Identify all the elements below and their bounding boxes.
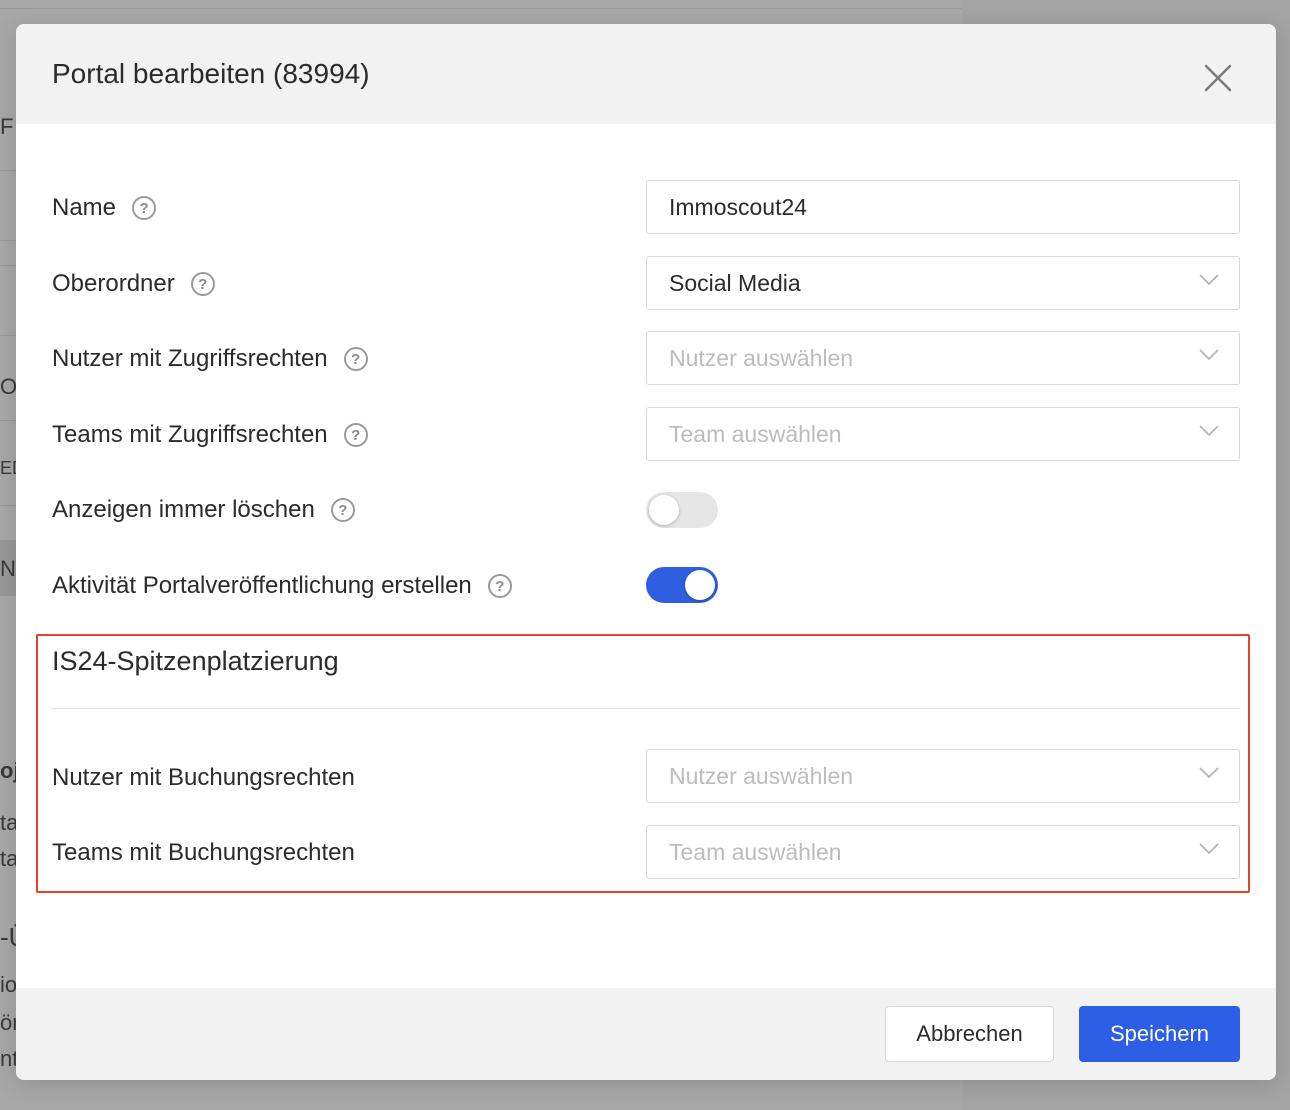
teams-booking-placeholder: Team auswählen xyxy=(669,838,842,865)
help-icon[interactable]: ? xyxy=(132,196,157,220)
chevron-down-icon xyxy=(1199,843,1219,855)
teams-booking-label: Teams mit Buchungsrechten xyxy=(52,839,355,866)
create-activity-label-row: Aktivität Portalveröffentlichung erstell… xyxy=(52,572,512,600)
teams-access-select[interactable]: Team auswählen xyxy=(646,407,1240,461)
bg-fragment: oj xyxy=(0,758,16,783)
name-label: Name xyxy=(52,194,117,221)
chevron-down-icon xyxy=(1199,349,1219,361)
name-label-row: Name ? xyxy=(52,194,157,222)
parent-value: Social Media xyxy=(669,269,801,296)
parent-select[interactable]: Social Media xyxy=(646,256,1240,310)
parent-label: Oberordner xyxy=(52,270,175,297)
always-delete-label: Anzeigen immer löschen xyxy=(52,496,315,523)
always-delete-toggle[interactable] xyxy=(646,492,718,528)
help-icon[interactable]: ? xyxy=(343,423,368,447)
close-button[interactable] xyxy=(1200,60,1236,96)
bg-fragment: ta xyxy=(0,810,16,835)
bg-fragment: F xyxy=(0,114,14,139)
parent-label-row: Oberordner ? xyxy=(52,270,215,298)
teams-booking-label-row: Teams mit Buchungsrechten xyxy=(52,839,355,867)
chevron-down-icon xyxy=(1199,767,1219,779)
section-divider xyxy=(52,708,1240,709)
toggle-knob xyxy=(685,570,715,600)
teams-access-label-row: Teams mit Zugriffsrechten ? xyxy=(52,421,368,449)
chevron-down-icon xyxy=(1199,274,1219,286)
bg-fragment: ED xyxy=(0,458,16,478)
save-button[interactable]: Speichern xyxy=(1079,1006,1240,1062)
teams-access-label: Teams mit Zugriffsrechten xyxy=(52,421,328,448)
help-icon[interactable]: ? xyxy=(343,347,368,371)
name-input[interactable]: Immoscout24 xyxy=(646,180,1240,234)
modal-header: Portal bearbeiten (83994) xyxy=(16,24,1276,124)
help-icon[interactable]: ? xyxy=(190,272,215,296)
create-activity-label: Aktivität Portalveröffentlichung erstell… xyxy=(52,572,472,599)
modal-footer: Abbrechen Speichern xyxy=(16,988,1276,1080)
users-booking-select[interactable]: Nutzer auswählen xyxy=(646,749,1240,803)
chevron-down-icon xyxy=(1199,425,1219,437)
bg-fragment: ör xyxy=(0,1010,16,1035)
bg-fragment: -Ü xyxy=(0,922,16,952)
users-access-select[interactable]: Nutzer auswählen xyxy=(646,331,1240,385)
users-booking-label-row: Nutzer mit Buchungsrechten xyxy=(52,764,355,792)
users-booking-placeholder: Nutzer auswählen xyxy=(669,762,854,789)
bg-fragment: Ne xyxy=(0,556,16,581)
users-access-label-row: Nutzer mit Zugriffsrechten ? xyxy=(52,345,368,373)
help-icon[interactable]: ? xyxy=(487,574,512,598)
help-icon[interactable]: ? xyxy=(330,498,355,522)
bg-fragment: io xyxy=(0,972,16,997)
cancel-button[interactable]: Abbrechen xyxy=(885,1006,1054,1062)
modal-title: Portal bearbeiten (83994) xyxy=(52,58,370,89)
always-delete-label-row: Anzeigen immer löschen ? xyxy=(52,496,355,524)
section-title: IS24-Spitzenplatzierung xyxy=(52,646,339,676)
users-booking-label: Nutzer mit Buchungsrechten xyxy=(52,764,355,791)
bg-fragment: nt xyxy=(0,1046,16,1071)
teams-booking-select[interactable]: Team auswählen xyxy=(646,825,1240,879)
users-access-label: Nutzer mit Zugriffsrechten xyxy=(52,345,328,372)
bg-divider xyxy=(0,8,962,9)
users-access-placeholder: Nutzer auswählen xyxy=(669,344,854,371)
close-icon xyxy=(1204,64,1232,92)
teams-access-placeholder: Team auswählen xyxy=(669,420,842,447)
toggle-knob xyxy=(649,495,679,525)
bg-fragment: ta xyxy=(0,846,16,871)
bg-fragment: O xyxy=(0,374,16,399)
edit-portal-modal: Portal bearbeiten (83994) Name ? Immosco… xyxy=(16,24,1276,1080)
name-value: Immoscout24 xyxy=(669,193,808,220)
create-activity-toggle[interactable] xyxy=(646,567,718,603)
